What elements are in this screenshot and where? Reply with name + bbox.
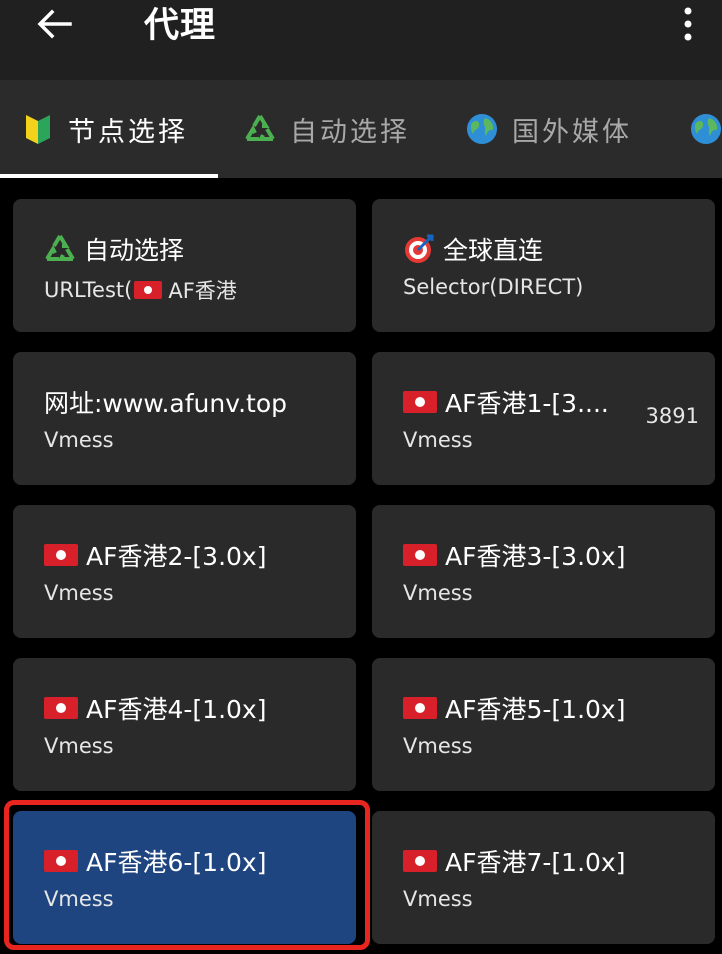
proxy-card-global-direct[interactable]: 全球直连 Selector(DIRECT) (372, 199, 715, 332)
tab-auto-select[interactable]: 自动选择 (244, 80, 410, 178)
proxy-name-row: AF香港3-[3.0x] (403, 537, 625, 573)
more-options-button[interactable] (664, 2, 712, 46)
recycle-icon (244, 113, 276, 145)
proxy-card-auto-select[interactable]: 自动选择 URLTest( AF香港 (13, 199, 356, 332)
proxy-name-row: AF香港2-[3.0x] (44, 537, 266, 573)
proxy-type: Vmess (403, 428, 473, 452)
globe-icon (466, 113, 498, 145)
hk-flag-icon (403, 544, 437, 566)
proxy-type: Vmess (403, 581, 473, 605)
proxy-type: Vmess (403, 734, 473, 758)
page-title: 代理 (144, 6, 217, 46)
arrow-left-icon (37, 9, 72, 39)
hk-flag-icon (403, 391, 437, 413)
proxy-card-website[interactable]: 网址:www.afunv.top Vmess (13, 352, 356, 485)
proxy-name: AF香港5-[1.0x] (445, 695, 626, 724)
target-icon (403, 233, 435, 265)
proxy-card-hk4[interactable]: AF香港4-[1.0x] Vmess (13, 658, 356, 791)
proxy-name: 网址:www.afunv.top (44, 389, 287, 418)
selection-highlight-box (4, 800, 370, 950)
proxy-card-hk3[interactable]: AF香港3-[3.0x] Vmess (372, 505, 715, 638)
proxy-name: AF香港7-[1.0x] (445, 848, 626, 877)
proxy-name-row: 自动选择 (44, 231, 184, 267)
group-tab-bar: 节点选择 自动选择 国外媒体 (0, 80, 722, 178)
proxy-name-row: AF香港4-[1.0x] (44, 690, 266, 726)
proxy-name: AF香港2-[3.0x] (86, 542, 267, 571)
proxy-name: AF香港4-[1.0x] (86, 695, 267, 724)
proxy-type: Selector(DIRECT) (403, 275, 584, 299)
more-vertical-icon (684, 7, 692, 41)
back-button[interactable] (30, 2, 78, 46)
tab-more[interactable] (690, 80, 722, 178)
hk-flag-icon (403, 850, 437, 872)
proxy-type: Vmess (403, 887, 473, 911)
hk-flag-icon (134, 281, 163, 299)
proxy-card-hk5[interactable]: AF香港5-[1.0x] Vmess (372, 658, 715, 791)
proxy-name: 全球直连 (443, 236, 544, 265)
tab-label: 自动选择 (290, 116, 410, 148)
proxy-type-suffix: AF香港 (168, 279, 237, 303)
app-bar: 代理 (0, 0, 722, 80)
proxy-type: Vmess (44, 581, 114, 605)
proxy-card-hk1[interactable]: AF香港1-[3.... Vmess 3891 (372, 352, 715, 485)
proxy-type-row: URLTest( AF香港 (44, 275, 237, 305)
proxy-name-row: AF香港5-[1.0x] (403, 690, 625, 726)
proxy-type: Vmess (44, 734, 114, 758)
hk-flag-icon (44, 544, 78, 566)
proxy-name-row: AF香港7-[1.0x] (403, 843, 625, 879)
proxy-name: AF香港3-[3.0x] (445, 542, 626, 571)
tab-label: 节点选择 (68, 116, 188, 148)
beginner-shield-icon (22, 113, 54, 145)
latency-value: 3891 (645, 404, 699, 428)
proxy-name-row: 全球直连 (403, 231, 543, 267)
proxy-name: 自动选择 (84, 236, 185, 265)
tab-node-select[interactable]: 节点选择 (22, 80, 188, 178)
proxy-type: Vmess (44, 428, 114, 452)
proxy-name: AF香港1-[3.... (445, 389, 609, 418)
proxy-name-row: AF香港1-[3.... (403, 384, 609, 420)
proxy-card-hk7[interactable]: AF香港7-[1.0x] Vmess (372, 811, 715, 944)
tab-label: 国外媒体 (512, 116, 632, 148)
proxy-card-hk2[interactable]: AF香港2-[3.0x] Vmess (13, 505, 356, 638)
recycle-icon (44, 233, 76, 265)
proxy-type: URLTest( (44, 278, 133, 302)
hk-flag-icon (403, 697, 437, 719)
tab-foreign-media[interactable]: 国外媒体 (466, 80, 632, 178)
hk-flag-icon (44, 697, 78, 719)
globe-icon (690, 113, 722, 145)
